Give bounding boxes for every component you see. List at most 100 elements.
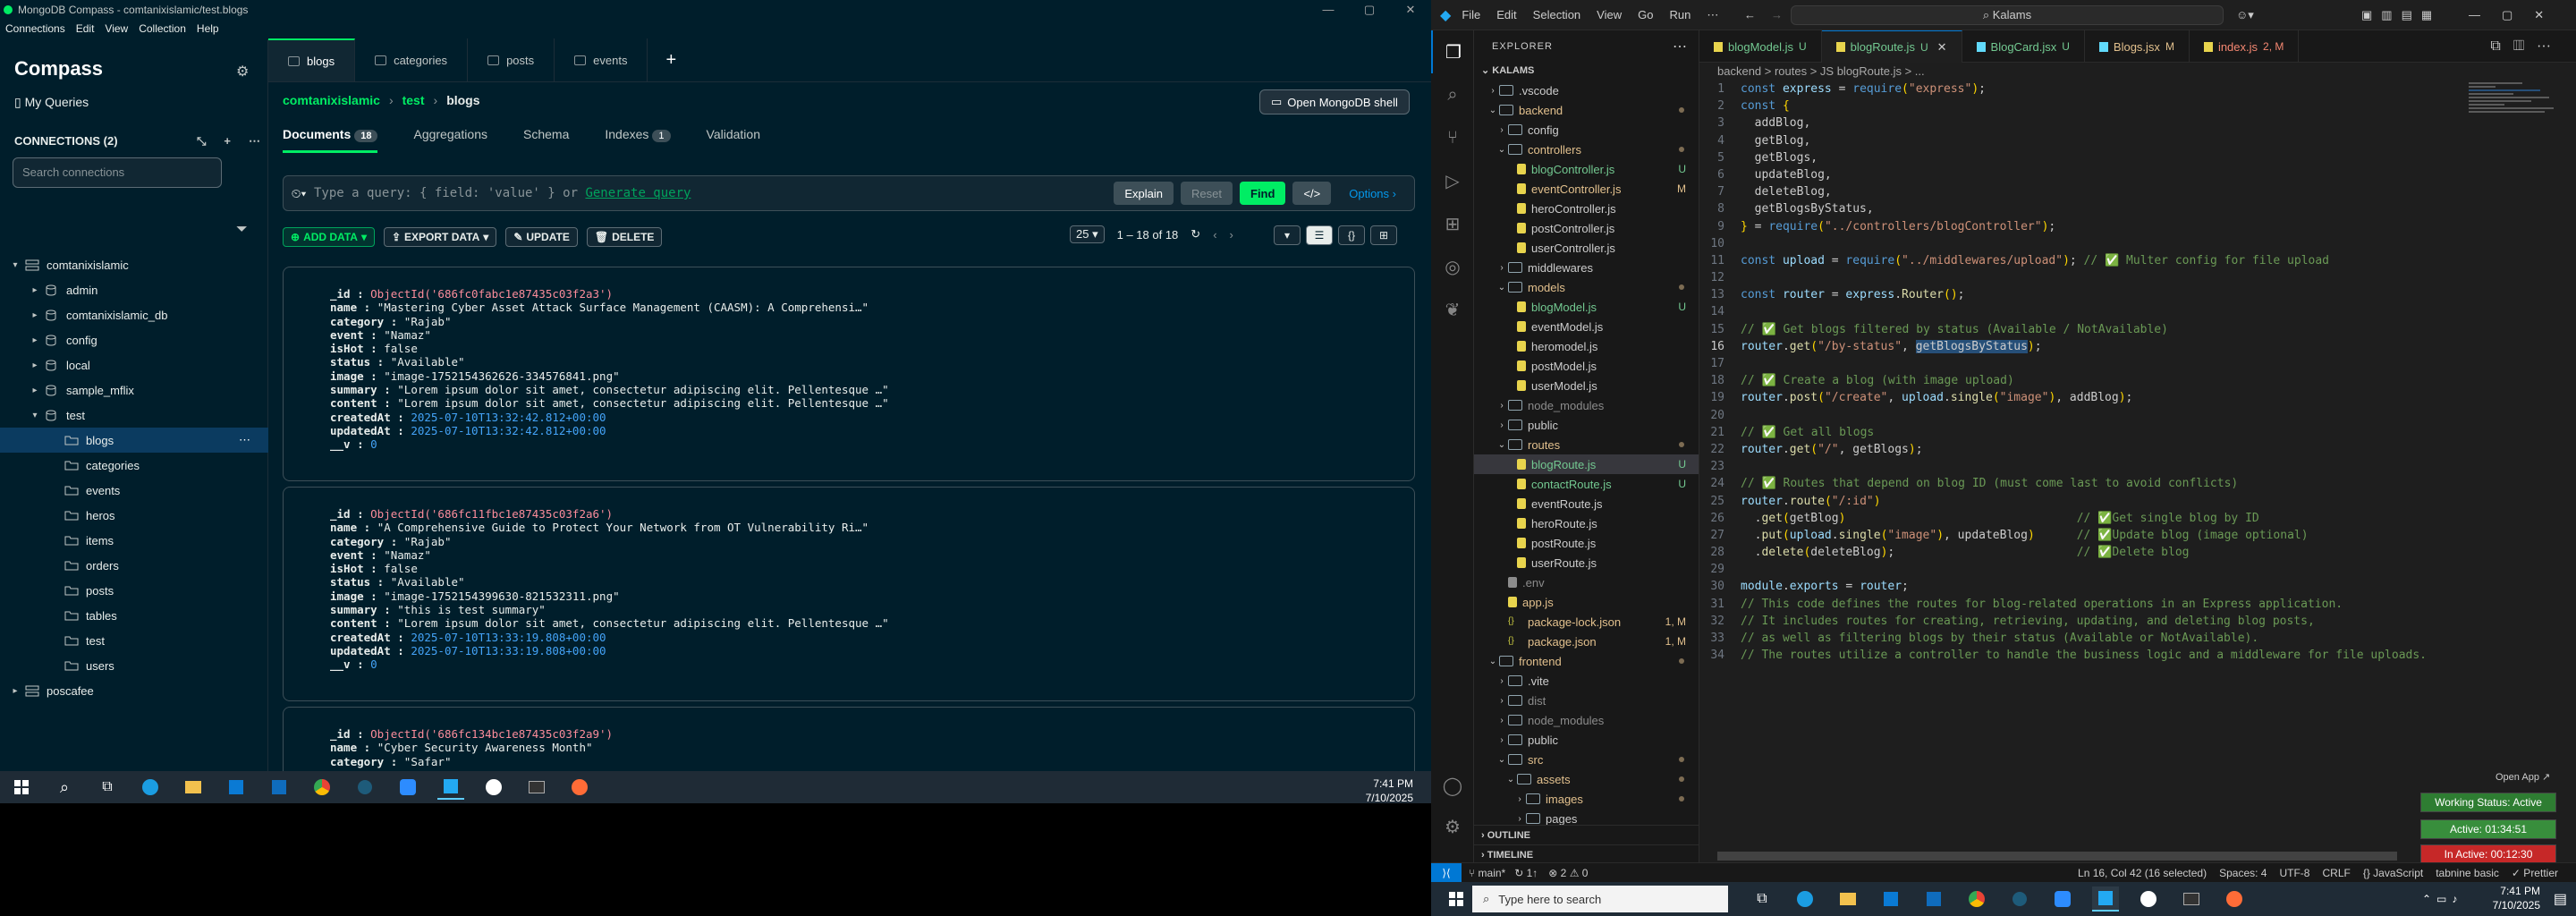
refresh-icon[interactable]: ↻ <box>1191 227 1200 242</box>
collection-item[interactable]: heros <box>0 503 268 528</box>
query-code-button[interactable]: </> <box>1292 182 1332 205</box>
collection-item[interactable]: users <box>0 653 268 678</box>
folder-item[interactable]: › images <box>1474 789 1699 809</box>
forward-arrow-icon[interactable]: → <box>1771 8 1783 21</box>
breadcrumb-cluster[interactable]: comtanixislamic <box>283 93 380 107</box>
folder-item[interactable]: › public <box>1474 730 1699 750</box>
folder-item[interactable]: ⌄ src <box>1474 750 1699 769</box>
add-tab-button[interactable]: + <box>648 38 694 81</box>
folder-item[interactable]: ⌄ assets <box>1474 769 1699 789</box>
minimize-button[interactable]: — <box>1308 0 1349 20</box>
open-shell-button[interactable]: ▭ Open MongoDB shell <box>1259 89 1410 114</box>
file-item[interactable]: .env <box>1474 572 1699 592</box>
chevron-right-icon[interactable]: ▸ <box>29 386 41 395</box>
chevron-right-icon[interactable]: ▸ <box>9 686 21 696</box>
update-button[interactable]: ✎ UPDATE <box>505 227 578 247</box>
file-explorer-icon[interactable] <box>1835 886 1861 912</box>
folder-item[interactable]: › node_modules <box>1474 395 1699 415</box>
horizontal-scrollbar[interactable] <box>1717 852 2397 861</box>
menu-view[interactable]: View <box>105 22 128 35</box>
vscode-icon[interactable] <box>2092 886 2119 912</box>
page-size-select[interactable]: 25 ▾ <box>1070 225 1105 243</box>
tab-indexes[interactable]: Indexes 1 <box>605 127 671 153</box>
extensions-icon[interactable]: ⊞ <box>1431 202 1474 245</box>
search-icon[interactable]: ⌕ <box>1431 73 1474 116</box>
collection-actions-icon[interactable]: ⋯ <box>239 433 250 447</box>
branch-indicator[interactable]: ⑂ main* <box>1469 867 1505 879</box>
folder-item[interactable]: ⌄ backend <box>1474 100 1699 120</box>
chevron-right-icon[interactable]: ▸ <box>29 335 41 345</box>
file-item[interactable]: blogRoute.js U <box>1474 454 1699 474</box>
accounts-icon[interactable]: ◯ <box>1431 764 1474 807</box>
file-explorer-icon[interactable] <box>180 775 207 800</box>
outlook-icon[interactable] <box>1920 886 1947 912</box>
menu-edit[interactable]: Edit <box>1496 8 1516 22</box>
chrome-icon[interactable] <box>309 775 335 800</box>
chevron-right-icon[interactable]: ▸ <box>29 285 41 295</box>
outline-section[interactable]: › OUTLINE <box>1474 825 1699 844</box>
folder-item[interactable]: › middlewares <box>1474 258 1699 277</box>
editor-tab[interactable]: blogModel.js U <box>1699 30 1822 63</box>
tab-events[interactable]: events <box>555 38 648 81</box>
tab-blogs[interactable]: blogs <box>268 38 356 81</box>
prev-page-icon[interactable]: ‹ <box>1213 228 1216 242</box>
menu-collection[interactable]: Collection <box>139 22 186 35</box>
tabnine-status[interactable]: tabnine basic <box>2436 867 2499 879</box>
menu-go[interactable]: Go <box>1638 8 1653 22</box>
query-input[interactable]: Type a query: { field: 'value' } or Gene… <box>314 186 1114 200</box>
settings-gear-icon[interactable]: ⚙ <box>236 63 249 81</box>
run-debug-icon[interactable]: ▷ <box>1431 159 1474 202</box>
collection-item[interactable]: orders <box>0 553 268 578</box>
folder-item[interactable]: › public <box>1474 415 1699 435</box>
notifications-icon[interactable]: ▤ <box>2554 890 2567 908</box>
store-icon[interactable] <box>223 775 250 800</box>
collection-item[interactable]: blogs ⋯ <box>0 428 268 453</box>
indentation[interactable]: Spaces: 4 <box>2219 867 2267 879</box>
file-item[interactable]: eventRoute.js <box>1474 494 1699 513</box>
folder-item[interactable]: › config <box>1474 120 1699 140</box>
prettier-status[interactable]: ✓ Prettier <box>2512 867 2558 879</box>
tab-aggregations[interactable]: Aggregations <box>413 127 487 153</box>
chevron-right-icon[interactable]: ▸ <box>29 360 41 370</box>
edge-icon[interactable] <box>1792 886 1818 912</box>
database-item[interactable]: ▸ comtanixislamic_db <box>0 302 268 327</box>
editor-tab[interactable]: index.js 2, M <box>2190 30 2300 63</box>
collection-item[interactable]: items <box>0 528 268 553</box>
collection-item[interactable]: posts <box>0 578 268 603</box>
open-app-link[interactable]: Open App ↗ <box>2496 771 2550 783</box>
mongodb-icon[interactable]: ❦ <box>1431 288 1474 331</box>
folder-item[interactable]: ⌄ frontend <box>1474 651 1699 671</box>
file-item[interactable]: userModel.js <box>1474 376 1699 395</box>
tab-posts[interactable]: posts <box>468 38 555 81</box>
search-connections-input[interactable]: Search connections <box>13 157 222 188</box>
query-history-icon[interactable]: ⏲▾ <box>284 186 314 201</box>
document-card[interactable]: _id : ObjectId('686fc11fbc1e87435c03f2a6… <box>283 487 1415 701</box>
options-button[interactable]: Options › <box>1338 182 1407 205</box>
problems-indicator[interactable]: ⊗ 2 ⚠ 0 <box>1548 867 1588 879</box>
copilot-icon[interactable]: ☺▾ <box>2236 8 2254 22</box>
file-item[interactable]: app.js <box>1474 592 1699 612</box>
back-arrow-icon[interactable]: ← <box>1744 8 1756 21</box>
menu-view[interactable]: View <box>1597 8 1622 22</box>
generate-query-link[interactable]: Generate query <box>585 186 691 200</box>
collection-item[interactable]: tables <box>0 603 268 628</box>
maximize-button[interactable]: ▢ <box>1349 0 1390 20</box>
mongodb-compass-icon[interactable] <box>480 775 507 800</box>
task-view-icon[interactable]: ⧉ <box>1749 886 1775 912</box>
menu-edit[interactable]: Edit <box>76 22 95 35</box>
folder-item[interactable]: ⌄ models <box>1474 277 1699 297</box>
outlook-icon[interactable] <box>266 775 292 800</box>
zoom-icon[interactable] <box>2049 886 2076 912</box>
app-icon[interactable] <box>352 775 378 800</box>
taskbar-search-box[interactable]: ⌕ Type here to search <box>1472 886 1728 912</box>
collection-item[interactable]: events <box>0 478 268 503</box>
menu-help[interactable]: Help <box>197 22 219 35</box>
export-data-button[interactable]: ⇪ EXPORT DATA ▾ <box>383 227 497 247</box>
file-item[interactable]: blogController.js U <box>1474 159 1699 179</box>
sync-indicator[interactable]: ↻ 1↑ <box>1514 867 1538 879</box>
menu-file[interactable]: File <box>1462 8 1480 22</box>
delete-button[interactable]: 🗑 DELETE <box>586 227 663 247</box>
file-item[interactable]: eventModel.js <box>1474 317 1699 336</box>
explorer-more-icon[interactable]: ⋯ <box>1673 38 1687 55</box>
file-item[interactable]: contactRoute.js U <box>1474 474 1699 494</box>
